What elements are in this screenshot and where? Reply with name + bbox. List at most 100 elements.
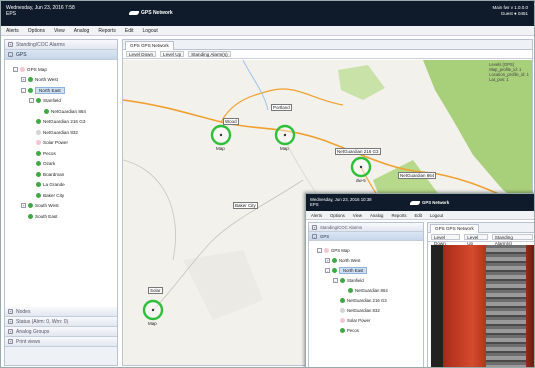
tree-item-north-east[interactable]: - North East [309,265,423,275]
menu-item-view[interactable]: View [54,28,65,34]
tree-item-stanfield[interactable]: - Stanfield [309,275,423,285]
status-dot-icon [44,108,49,114]
status-dot-icon [324,247,329,253]
accordion-standing-alarms[interactable]: + Standing/COC Alarms [5,40,117,50]
map-marker-ring-icon[interactable] [350,156,372,178]
accordion-nodes[interactable]: + Nodes [5,307,117,317]
map-marker-ring-icon[interactable] [274,124,296,146]
tree-item-netguardian-832[interactable]: NetGuardian 832 [309,305,423,315]
tree-item-stanfield[interactable]: - Stanfield [5,96,117,107]
map-label-netguardian-864[interactable]: NetGuardian 864 [398,172,437,179]
accordion-status-alrm-0-wrn-0[interactable]: + Status (Alrm: 0, Wrn: 0) [5,317,117,327]
overlay-logo: GPS Network [410,200,449,205]
status-dot-icon [36,140,41,146]
map-marker-label: Map [216,146,225,151]
menu-item-alerts[interactable]: Alerts [6,28,19,34]
accordion-analog-groups[interactable]: + Analog Groups [5,327,117,337]
tree-item-label: NetGuardian 864 [51,108,86,114]
toolbar-level-up-button[interactable]: Level Up [464,234,488,246]
tree-item-south-east[interactable]: South East [5,211,117,222]
map-legend: Levels (GPS) Map_profile_id: 1 Location_pr… [489,62,529,82]
status-dot-icon [36,129,41,135]
tree-item-netguardian-216-g3[interactable]: NetGuardian 216 G3 [5,117,117,128]
tree-item-ozark[interactable]: Ozark [5,159,117,170]
map-label-netguardian-216-g3[interactable]: NetGuardian 216 G3 [335,148,381,155]
tree-item-north-west[interactable]: + North West [5,75,117,86]
menu-item-options[interactable]: Options [28,28,45,34]
expand-icon: + [312,224,317,230]
menu-item-reports[interactable]: Reports [391,213,406,218]
menu-item-view[interactable]: View [353,213,362,218]
tree-item-netguardian-216-g3[interactable]: NetGuardian 216 G3 [309,295,423,305]
expand-icon[interactable]: + [325,257,330,263]
tree-item-north-west[interactable]: + North West [309,255,423,265]
menu-item-reports[interactable]: Reports [98,28,116,34]
tree-item-netguardian-864[interactable]: NetGuardian 864 [309,285,423,295]
tree-item-south-west[interactable]: + South West [5,201,117,212]
expand-icon: + [8,42,13,47]
tree-item-netguardian-864[interactable]: NetGuardian 864 [5,106,117,117]
tree-item-netguardian-832[interactable]: NetGuardian 832 [5,127,117,138]
menu-item-analog[interactable]: Analog [370,213,383,218]
tree-item-label: Stanfield [43,98,61,104]
menu-item-options[interactable]: Options [330,213,345,218]
overlay-header: Wednesday, Jun 23, 2016 10:38 EPS GPS Ne… [306,194,534,211]
overlay-accordion-standing-alarms[interactable]: + Standing/COC Alarms [309,223,423,232]
collapse-icon[interactable]: - [21,87,26,93]
tree-item-solar-power[interactable]: Solar Power [309,315,423,325]
tree-item-solar-power[interactable]: Solar Power [5,138,117,149]
menu-item-analog[interactable]: Analog [74,28,90,34]
collapse-icon[interactable]: - [333,277,338,283]
toolbar-level-down-button[interactable]: Level Down [431,234,461,246]
status-dot-icon [36,119,41,125]
menu-item-logout[interactable]: Logout [430,213,443,218]
bottom-accordions: + Nodes + Status (Alrm: 0, Wrn: 0) + Analog G… [5,307,117,347]
secondary-window-preview[interactable]: Wednesday, Jun 23, 2016 10:38 EPS GPS Ne… [305,193,534,367]
map-marker-ring-icon[interactable] [142,299,164,321]
map-marker-ring-icon[interactable] [210,124,232,146]
status-dot-icon [28,77,33,83]
toolbar-level-down-button[interactable]: Level Down [126,51,157,57]
tree-item-pecos[interactable]: Pecos [309,325,423,335]
expand-icon: + [8,339,13,344]
map-label-portland[interactable]: Portland [271,104,292,111]
logo-mark-icon [410,200,420,205]
map-label-baker-city[interactable]: Baker City [233,202,258,209]
overlay-accordion-gps[interactable]: - GPS [309,232,423,241]
overlay-main-panel: GPS GPS Network Level Down Level Up Standi… [427,222,534,367]
collapse-icon[interactable]: - [317,247,322,253]
menu-item-edit[interactable]: Edit [414,213,421,218]
overlay-tab-gps-network[interactable]: GPS GPS Network [430,224,479,233]
toolbar-level-up-button[interactable]: Level Up [160,51,185,57]
map-marker-label: Map [280,146,289,151]
tree-item-north-east[interactable]: - North East [5,85,117,96]
menu-item-logout[interactable]: Logout [142,28,157,34]
status-dot-icon [36,192,41,198]
status-dot-icon [340,327,345,333]
app-logo: GPS Network [129,10,173,16]
navigation-panel: + Standing/COC Alarms - GPS - GPS Map + North… [4,39,118,366]
tab-gps-network[interactable]: GPS GPS Network [125,41,174,50]
user-info: Main fwr v 1.0.0.0 Guest ● 0451 [492,5,528,16]
tree-item-gps-map[interactable]: - GPS Map [5,64,117,75]
accordion-print-views[interactable]: + Print views [5,337,117,347]
toolbar-standing-alarm-s-button[interactable]: Standing Alarm(s) [491,234,534,246]
collapse-icon[interactable]: - [325,267,330,273]
menu-item-alerts[interactable]: Alerts [311,213,322,218]
tree-item-baker-city[interactable]: Baker City [5,190,117,201]
expand-icon[interactable]: + [21,203,26,209]
collapse-icon: - [312,233,317,239]
status-dot-icon [332,267,337,273]
collapse-icon[interactable]: - [29,98,34,104]
accordion-gps[interactable]: - GPS [5,50,117,60]
expand-icon[interactable]: + [21,77,26,83]
tree-item-gps-map[interactable]: - GPS Map [309,245,423,255]
toolbar-standing-alarm-s-button[interactable]: Standing Alarm(s) [188,51,231,57]
tree-item-la-grande[interactable]: La Grande [5,180,117,191]
map-label-solar[interactable]: Solar [148,287,163,294]
collapse-icon[interactable]: - [13,66,18,72]
menu-item-edit[interactable]: Edit [125,28,134,34]
tree-item-label: GPS Map [331,247,350,253]
tree-item-boardman[interactable]: Boardman [5,169,117,180]
tree-item-pecos[interactable]: Pecos [5,148,117,159]
